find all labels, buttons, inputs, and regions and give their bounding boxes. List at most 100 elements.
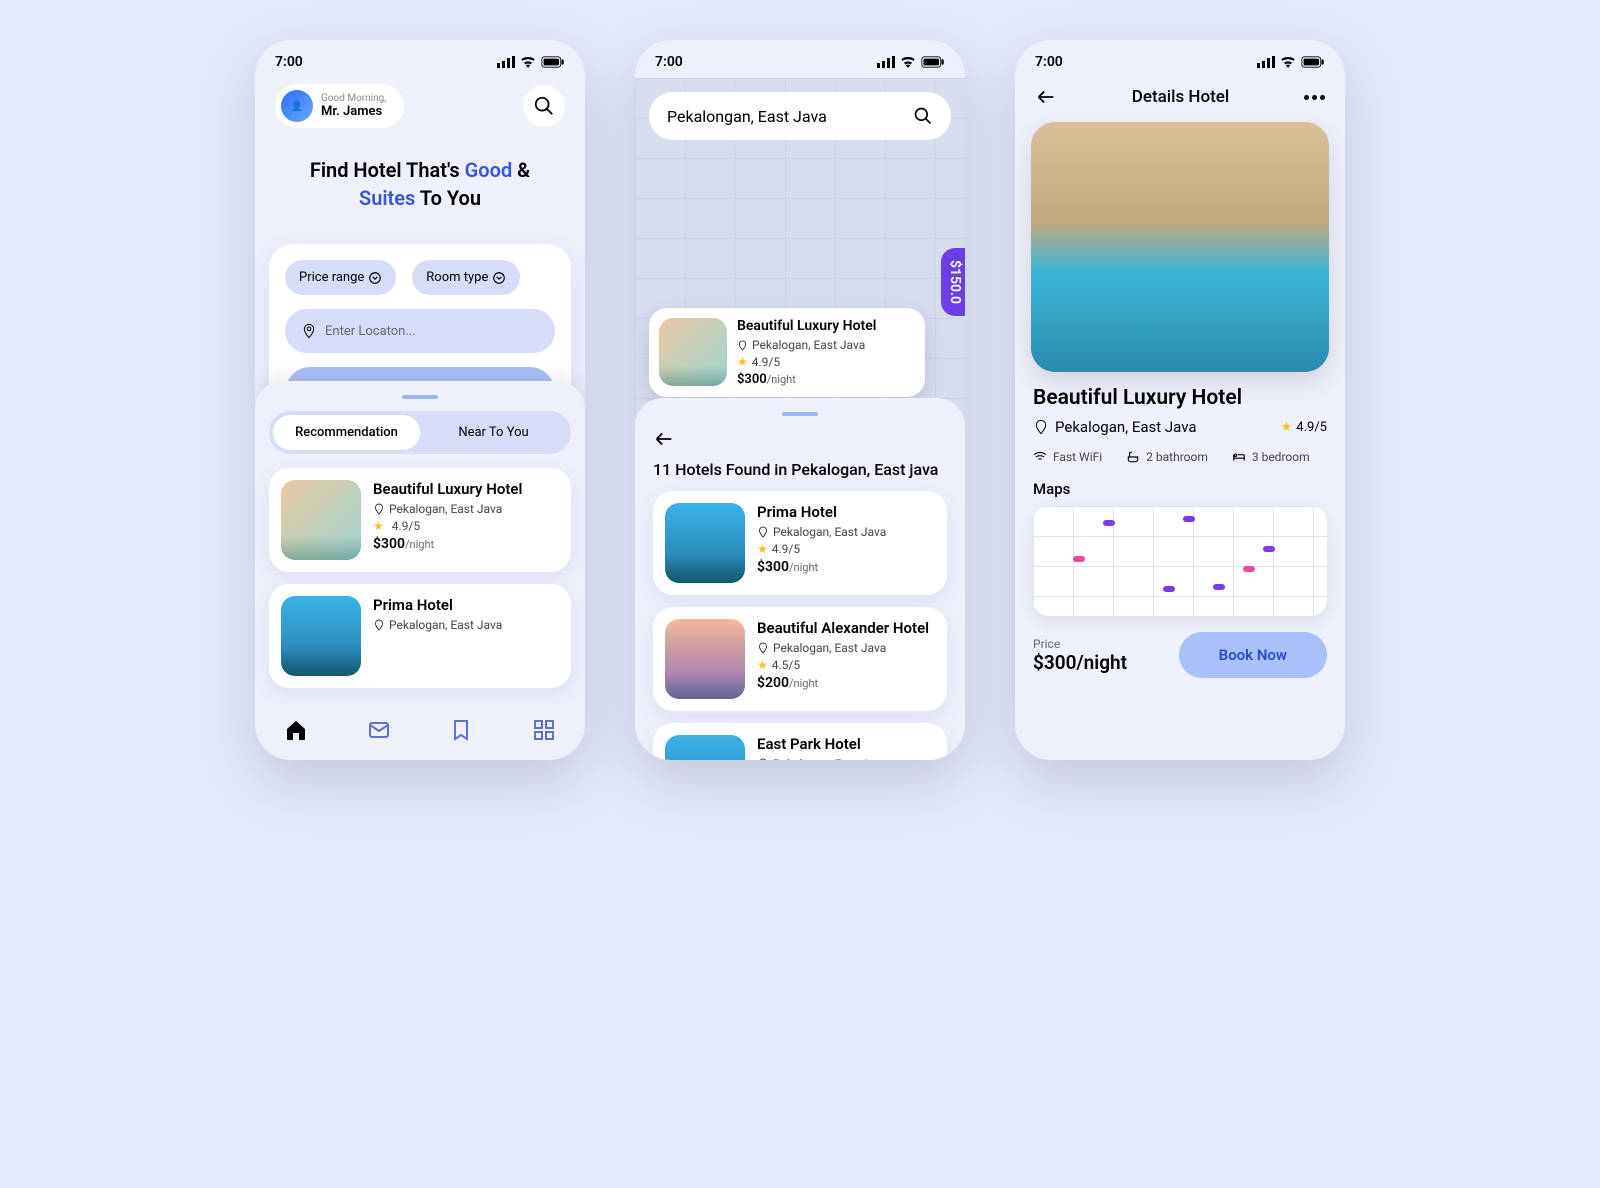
hotel-title: Beautiful Alexander Hotel: [757, 619, 929, 637]
map-pin[interactable]: [1243, 566, 1255, 572]
wifi-icon: [1033, 450, 1047, 464]
hotel-thumbnail: [665, 735, 745, 760]
status-time: 7:00: [275, 54, 303, 70]
home-icon[interactable]: [284, 718, 308, 742]
status-bar: 7:00: [255, 40, 585, 78]
pin-icon: [757, 526, 769, 538]
battery-icon: [921, 56, 945, 68]
star-icon: ★: [757, 658, 768, 672]
rating: ★4.9/5: [1281, 420, 1327, 435]
hotel-card[interactable]: Prima Hotel Pekalogan, East Java: [269, 584, 571, 688]
signal-icon: [1257, 56, 1275, 68]
bookmark-icon[interactable]: [449, 718, 473, 742]
star-icon: ★: [1281, 420, 1293, 435]
search-input[interactable]: Pekalongan, East Java: [649, 92, 951, 140]
tab-recommendation[interactable]: Recommendation: [273, 415, 420, 450]
grid-icon[interactable]: [532, 718, 556, 742]
tab-near[interactable]: Near To You: [420, 415, 567, 450]
status-bar: 7:00: [1015, 40, 1345, 78]
user-pill[interactable]: 👤 Good Morning, Mr. James: [275, 84, 404, 128]
pin-icon: [373, 619, 385, 631]
pin-icon: [373, 503, 385, 515]
amenity-bath: 2 bathroom: [1126, 450, 1208, 464]
price-display: Price $300/night: [1033, 637, 1127, 674]
username-text: Mr. James: [321, 104, 386, 119]
page-title: Details Hotel: [1132, 87, 1229, 107]
map-pin[interactable]: [1183, 516, 1195, 522]
map-pin[interactable]: [1163, 586, 1175, 592]
pin-icon: [737, 340, 748, 351]
chevron-down-icon: [368, 271, 382, 285]
map[interactable]: Pekalongan, East Java $150.0 Beautiful L…: [635, 78, 965, 418]
search-button[interactable]: [523, 85, 565, 127]
status-icons: [1257, 56, 1325, 68]
greeting-text: Good Morning,: [321, 93, 386, 104]
avatar: 👤: [281, 90, 313, 122]
hotel-thumbnail: [281, 596, 361, 676]
status-time: 7:00: [655, 54, 683, 70]
battery-icon: [541, 56, 565, 68]
signal-icon: [497, 56, 515, 68]
price-range-chip[interactable]: Price range: [285, 260, 396, 295]
hotel-location: Pekalogan, East Java: [1033, 418, 1197, 436]
hotel-thumbnail: [281, 480, 361, 560]
pin-icon: [757, 758, 769, 760]
star-icon: ★: [737, 355, 748, 369]
hotel-title: Prima Hotel: [757, 503, 886, 521]
wifi-icon: [1280, 56, 1296, 68]
price-marker[interactable]: $150.0: [941, 248, 965, 316]
status-bar: 7:00: [635, 40, 965, 78]
search-icon: [913, 106, 933, 126]
book-now-button[interactable]: Book Now: [1179, 632, 1327, 678]
screen-detail: 7:00 Details Hotel Beautiful Luxury Hote…: [1015, 40, 1345, 760]
mail-icon[interactable]: [367, 718, 391, 742]
status-icons: [877, 56, 945, 68]
hotel-title: Beautiful Luxury Hotel: [373, 480, 522, 498]
hotel-card[interactable]: Beautiful Alexander Hotel Pekalogan, Eas…: [653, 607, 947, 711]
location-input[interactable]: Enter Locaton...: [285, 309, 555, 353]
maps-label: Maps: [1033, 480, 1327, 498]
screen-home: 7:00 👤 Good Morning, Mr. James Find Hote…: [255, 40, 585, 760]
back-icon[interactable]: [653, 428, 675, 450]
mini-map[interactable]: [1033, 506, 1327, 616]
sheet-handle[interactable]: [402, 395, 438, 399]
map-pin[interactable]: [1213, 584, 1225, 590]
back-icon[interactable]: [1035, 86, 1057, 108]
hotel-thumbnail: [659, 318, 727, 386]
map-hotel-card[interactable]: Beautiful Luxury Hotel Pekalogan, East J…: [649, 308, 925, 397]
status-icons: [497, 56, 565, 68]
star-icon: ★: [373, 519, 384, 533]
hotel-name: Beautiful Luxury Hotel: [1033, 386, 1327, 410]
amenity-bed: 3 bedroom: [1232, 450, 1310, 464]
room-type-chip[interactable]: Room type: [412, 260, 520, 295]
wifi-icon: [520, 56, 536, 68]
chevron-down-icon: [492, 271, 506, 285]
map-pin[interactable]: [1263, 546, 1275, 552]
pin-icon: [1033, 419, 1049, 435]
hotel-card[interactable]: East Park Hotel Pekalogan, East Java: [653, 723, 947, 760]
hotel-card[interactable]: Beautiful Luxury Hotel Pekalogan, East J…: [269, 468, 571, 572]
hotel-title: Prima Hotel: [373, 596, 502, 614]
map-pin[interactable]: [1103, 520, 1115, 526]
status-time: 7:00: [1035, 54, 1063, 70]
hotel-card[interactable]: Prima Hotel Pekalogan, East Java ★4.9/5 …: [653, 491, 947, 595]
signal-icon: [877, 56, 895, 68]
star-icon: ★: [757, 542, 768, 556]
results-panel: 11 Hotels Found in Pekalogan, East java …: [635, 398, 965, 760]
amenities: Fast WiFi 2 bathroom 3 bedroom: [1033, 450, 1327, 464]
bed-icon: [1232, 450, 1246, 464]
map-pin[interactable]: [1073, 556, 1085, 562]
headline: Find Hotel That's Good & Suites To You: [255, 134, 585, 234]
hotel-thumbnail: [665, 619, 745, 699]
hotel-hero-image: [1031, 122, 1329, 372]
hotel-thumbnail: [665, 503, 745, 583]
amenity-wifi: Fast WiFi: [1033, 450, 1102, 464]
more-icon[interactable]: [1304, 95, 1325, 100]
pin-icon: [757, 642, 769, 654]
bottom-nav: [255, 704, 585, 760]
tabs: Recommendation Near To You: [269, 411, 571, 454]
sheet-handle[interactable]: [782, 412, 818, 416]
bath-icon: [1126, 450, 1140, 464]
results-title: 11 Hotels Found in Pekalogan, East java: [653, 460, 947, 479]
screen-map-results: 7:00 Pekalongan, East Java $150.0 Beauti…: [635, 40, 965, 760]
